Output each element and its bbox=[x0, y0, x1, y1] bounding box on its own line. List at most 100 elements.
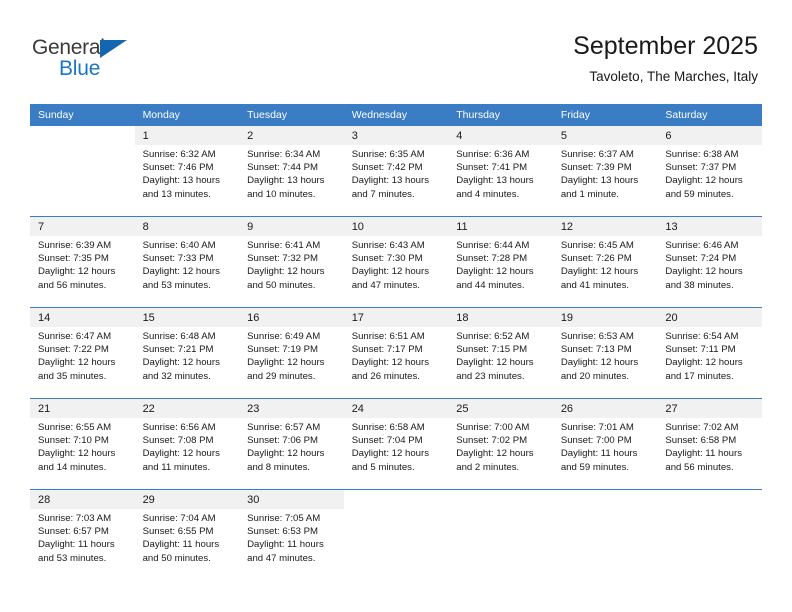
calendar-cell[interactable]: 4 Sunrise: 6:36 AM Sunset: 7:41 PM Daylight… bbox=[448, 126, 553, 217]
sunrise-text: Sunrise: 6:52 AM bbox=[456, 331, 530, 342]
day-cell: 26 Sunrise: 7:01 AM Sunset: 7:00 PM Dayligh… bbox=[552, 399, 658, 489]
day-number bbox=[552, 490, 658, 509]
sunset-text: Sunset: 7:44 PM bbox=[247, 162, 319, 174]
calendar-cell[interactable]: 12 Sunrise: 6:45 AM Sunset: 7:26 PM Dayligh… bbox=[552, 216, 658, 308]
calendar-cell[interactable]: 5 Sunrise: 6:37 AM Sunset: 7:39 PM Daylight… bbox=[552, 126, 658, 217]
calendar-week-row: 21 Sunrise: 6:55 AM Sunset: 7:10 PM Dayligh… bbox=[30, 398, 762, 490]
day-details: Sunrise: 7:03 AM Sunset: 6:57 PM Daylight:… bbox=[30, 509, 135, 565]
calendar-header-row: Sunday Monday Tuesday Wednesday Thursday Frid… bbox=[30, 104, 762, 126]
calendar-cell[interactable]: 28 Sunrise: 7:03 AM Sunset: 6:57 PM Dayligh… bbox=[30, 489, 135, 580]
day-cell: 16 Sunrise: 6:49 AM Sunset: 7:19 PM Dayligh… bbox=[239, 308, 344, 398]
day-number bbox=[448, 490, 553, 509]
day-details: Sunrise: 6:44 AM Sunset: 7:28 PM Daylight:… bbox=[448, 236, 553, 292]
sunset-text: Sunset: 7:04 PM bbox=[351, 435, 423, 447]
day-cell: 8 Sunrise: 6:40 AM Sunset: 7:33 PM Daylight… bbox=[134, 217, 240, 307]
calendar-cell[interactable]: 21 Sunrise: 6:55 AM Sunset: 7:10 PM Dayligh… bbox=[30, 398, 135, 490]
sunrise-text: Sunrise: 6:44 AM bbox=[456, 240, 530, 251]
day-details: Sunrise: 7:01 AM Sunset: 7:00 PM Daylight:… bbox=[553, 418, 658, 474]
day-number: 16 bbox=[239, 308, 344, 327]
sunrise-text: Sunrise: 6:46 AM bbox=[665, 240, 739, 251]
calendar-cell[interactable]: 18 Sunrise: 6:52 AM Sunset: 7:15 PM Dayligh… bbox=[448, 307, 553, 399]
day-number: 29 bbox=[134, 490, 240, 509]
day-details: Sunrise: 6:34 AM Sunset: 7:44 PM Daylight:… bbox=[239, 145, 344, 201]
day-number: 8 bbox=[134, 217, 240, 236]
day-number: 17 bbox=[343, 308, 449, 327]
day-number: 10 bbox=[343, 217, 449, 236]
calendar-cell[interactable]: 26 Sunrise: 7:01 AM Sunset: 7:00 PM Dayligh… bbox=[552, 398, 658, 490]
day-number: 2 bbox=[239, 126, 344, 145]
calendar-cell[interactable]: 27 Sunrise: 7:02 AM Sunset: 6:58 PM Dayligh… bbox=[657, 398, 762, 490]
sunset-text: Sunset: 7:26 PM bbox=[560, 253, 632, 265]
sunset-text: Sunset: 7:22 PM bbox=[38, 344, 109, 356]
day-cell: 12 Sunrise: 6:45 AM Sunset: 7:26 PM Dayligh… bbox=[552, 217, 658, 307]
daylight-text: Daylight: 12 hours and 47 minutes. bbox=[351, 266, 430, 291]
calendar-cell[interactable]: 8 Sunrise: 6:40 AM Sunset: 7:33 PM Daylight… bbox=[134, 216, 240, 308]
page-title: September 2025 bbox=[573, 32, 758, 60]
calendar-cell[interactable]: 6 Sunrise: 6:38 AM Sunset: 7:37 PM Daylight… bbox=[657, 126, 762, 217]
day-cell: 1 Sunrise: 6:32 AM Sunset: 7:46 PM Daylight… bbox=[134, 126, 240, 216]
sunset-text: Sunset: 6:58 PM bbox=[665, 435, 737, 447]
daylight-text: Daylight: 13 hours and 13 minutes. bbox=[142, 175, 220, 200]
sunset-text: Sunset: 7:00 PM bbox=[560, 435, 632, 447]
sunset-text: Sunset: 6:57 PM bbox=[38, 526, 109, 538]
daylight-text: Daylight: 13 hours and 4 minutes. bbox=[456, 175, 534, 200]
daylight-text: Daylight: 12 hours and 17 minutes. bbox=[665, 357, 743, 382]
calendar-cell bbox=[657, 489, 762, 580]
day-number: 9 bbox=[239, 217, 344, 236]
day-details: Sunrise: 6:36 AM Sunset: 7:41 PM Daylight:… bbox=[448, 145, 553, 201]
daylight-text: Daylight: 12 hours and 29 minutes. bbox=[247, 357, 325, 382]
daylight-text: Daylight: 12 hours and 26 minutes. bbox=[351, 357, 430, 382]
sunrise-text: Sunrise: 6:37 AM bbox=[560, 149, 634, 160]
calendar-cell[interactable]: 17 Sunrise: 6:51 AM Sunset: 7:17 PM Dayligh… bbox=[343, 307, 449, 399]
day-number: 26 bbox=[552, 399, 658, 418]
calendar-cell[interactable]: 22 Sunrise: 6:56 AM Sunset: 7:08 PM Dayligh… bbox=[134, 398, 240, 490]
sunrise-text: Sunrise: 6:41 AM bbox=[247, 240, 321, 251]
calendar-cell[interactable]: 7 Sunrise: 6:39 AM Sunset: 7:35 PM Daylight… bbox=[30, 216, 135, 308]
day-details: Sunrise: 6:57 AM Sunset: 7:06 PM Daylight:… bbox=[239, 418, 344, 474]
sunset-text: Sunset: 7:08 PM bbox=[142, 435, 214, 447]
daylight-text: Daylight: 12 hours and 20 minutes. bbox=[560, 357, 639, 382]
logo-triangle-icon bbox=[100, 40, 127, 58]
logo-text-blue: Blue bbox=[59, 57, 101, 80]
daylight-text: Daylight: 12 hours and 14 minutes. bbox=[38, 448, 116, 473]
day-number: 21 bbox=[30, 399, 135, 418]
calendar-cell[interactable]: 19 Sunrise: 6:53 AM Sunset: 7:13 PM Dayligh… bbox=[552, 307, 658, 399]
calendar-cell[interactable]: 23 Sunrise: 6:57 AM Sunset: 7:06 PM Dayligh… bbox=[239, 398, 344, 490]
sunset-text: Sunset: 6:53 PM bbox=[247, 526, 319, 538]
day-cell: 24 Sunrise: 6:58 AM Sunset: 7:04 PM Dayligh… bbox=[343, 399, 449, 489]
weekday-header-friday: Friday bbox=[552, 104, 658, 126]
calendar-cell[interactable]: 1 Sunrise: 6:32 AM Sunset: 7:46 PM Daylight… bbox=[134, 126, 240, 217]
calendar-cell[interactable]: 20 Sunrise: 6:54 AM Sunset: 7:11 PM Dayligh… bbox=[657, 307, 762, 399]
sunset-text: Sunset: 7:11 PM bbox=[665, 344, 736, 356]
day-number: 12 bbox=[552, 217, 658, 236]
daylight-text: Daylight: 12 hours and 32 minutes. bbox=[142, 357, 220, 382]
daylight-text: Daylight: 11 hours and 53 minutes. bbox=[38, 539, 115, 564]
day-details: Sunrise: 7:04 AM Sunset: 6:55 PM Daylight:… bbox=[135, 509, 240, 565]
calendar-cell[interactable]: 2 Sunrise: 6:34 AM Sunset: 7:44 PM Daylight… bbox=[239, 126, 344, 217]
calendar-cell[interactable]: 14 Sunrise: 6:47 AM Sunset: 7:22 PM Dayligh… bbox=[30, 307, 135, 399]
calendar-cell[interactable]: 16 Sunrise: 6:49 AM Sunset: 7:19 PM Dayligh… bbox=[239, 307, 344, 399]
sunrise-text: Sunrise: 6:40 AM bbox=[142, 240, 216, 251]
sunrise-sunset-calendar: Sunday Monday Tuesday Wednesday Thursday Frid… bbox=[30, 104, 762, 580]
calendar-cell[interactable]: 13 Sunrise: 6:46 AM Sunset: 7:24 PM Dayligh… bbox=[657, 216, 762, 308]
day-cell: 23 Sunrise: 6:57 AM Sunset: 7:06 PM Dayligh… bbox=[239, 399, 344, 489]
calendar-cell[interactable]: 29 Sunrise: 7:04 AM Sunset: 6:55 PM Dayligh… bbox=[134, 489, 240, 580]
daylight-text: Daylight: 12 hours and 53 minutes. bbox=[142, 266, 220, 291]
sunset-text: Sunset: 7:19 PM bbox=[247, 344, 319, 356]
sunset-text: Sunset: 7:35 PM bbox=[38, 253, 109, 265]
calendar-cell[interactable]: 11 Sunrise: 6:44 AM Sunset: 7:28 PM Dayligh… bbox=[448, 216, 553, 308]
sunset-text: Sunset: 7:06 PM bbox=[247, 435, 319, 447]
calendar-cell[interactable]: 15 Sunrise: 6:48 AM Sunset: 7:21 PM Dayligh… bbox=[134, 307, 240, 399]
day-number: 24 bbox=[343, 399, 449, 418]
calendar-cell[interactable]: 3 Sunrise: 6:35 AM Sunset: 7:42 PM Daylight… bbox=[343, 126, 449, 217]
calendar-cell[interactable]: 24 Sunrise: 6:58 AM Sunset: 7:04 PM Dayligh… bbox=[343, 398, 449, 490]
calendar-cell[interactable]: 25 Sunrise: 7:00 AM Sunset: 7:02 PM Dayligh… bbox=[448, 398, 553, 490]
calendar-cell[interactable]: 10 Sunrise: 6:43 AM Sunset: 7:30 PM Dayligh… bbox=[343, 216, 449, 308]
day-details: Sunrise: 6:32 AM Sunset: 7:46 PM Daylight:… bbox=[135, 145, 240, 201]
calendar-cell[interactable]: 9 Sunrise: 6:41 AM Sunset: 7:32 PM Daylight… bbox=[239, 216, 344, 308]
sunrise-text: Sunrise: 6:51 AM bbox=[351, 331, 425, 342]
sunrise-text: Sunrise: 6:43 AM bbox=[351, 240, 425, 251]
calendar-cell[interactable]: 30 Sunrise: 7:05 AM Sunset: 6:53 PM Dayligh… bbox=[239, 489, 344, 580]
daylight-text: Daylight: 13 hours and 10 minutes. bbox=[247, 175, 325, 200]
daylight-text: Daylight: 12 hours and 38 minutes. bbox=[665, 266, 743, 291]
